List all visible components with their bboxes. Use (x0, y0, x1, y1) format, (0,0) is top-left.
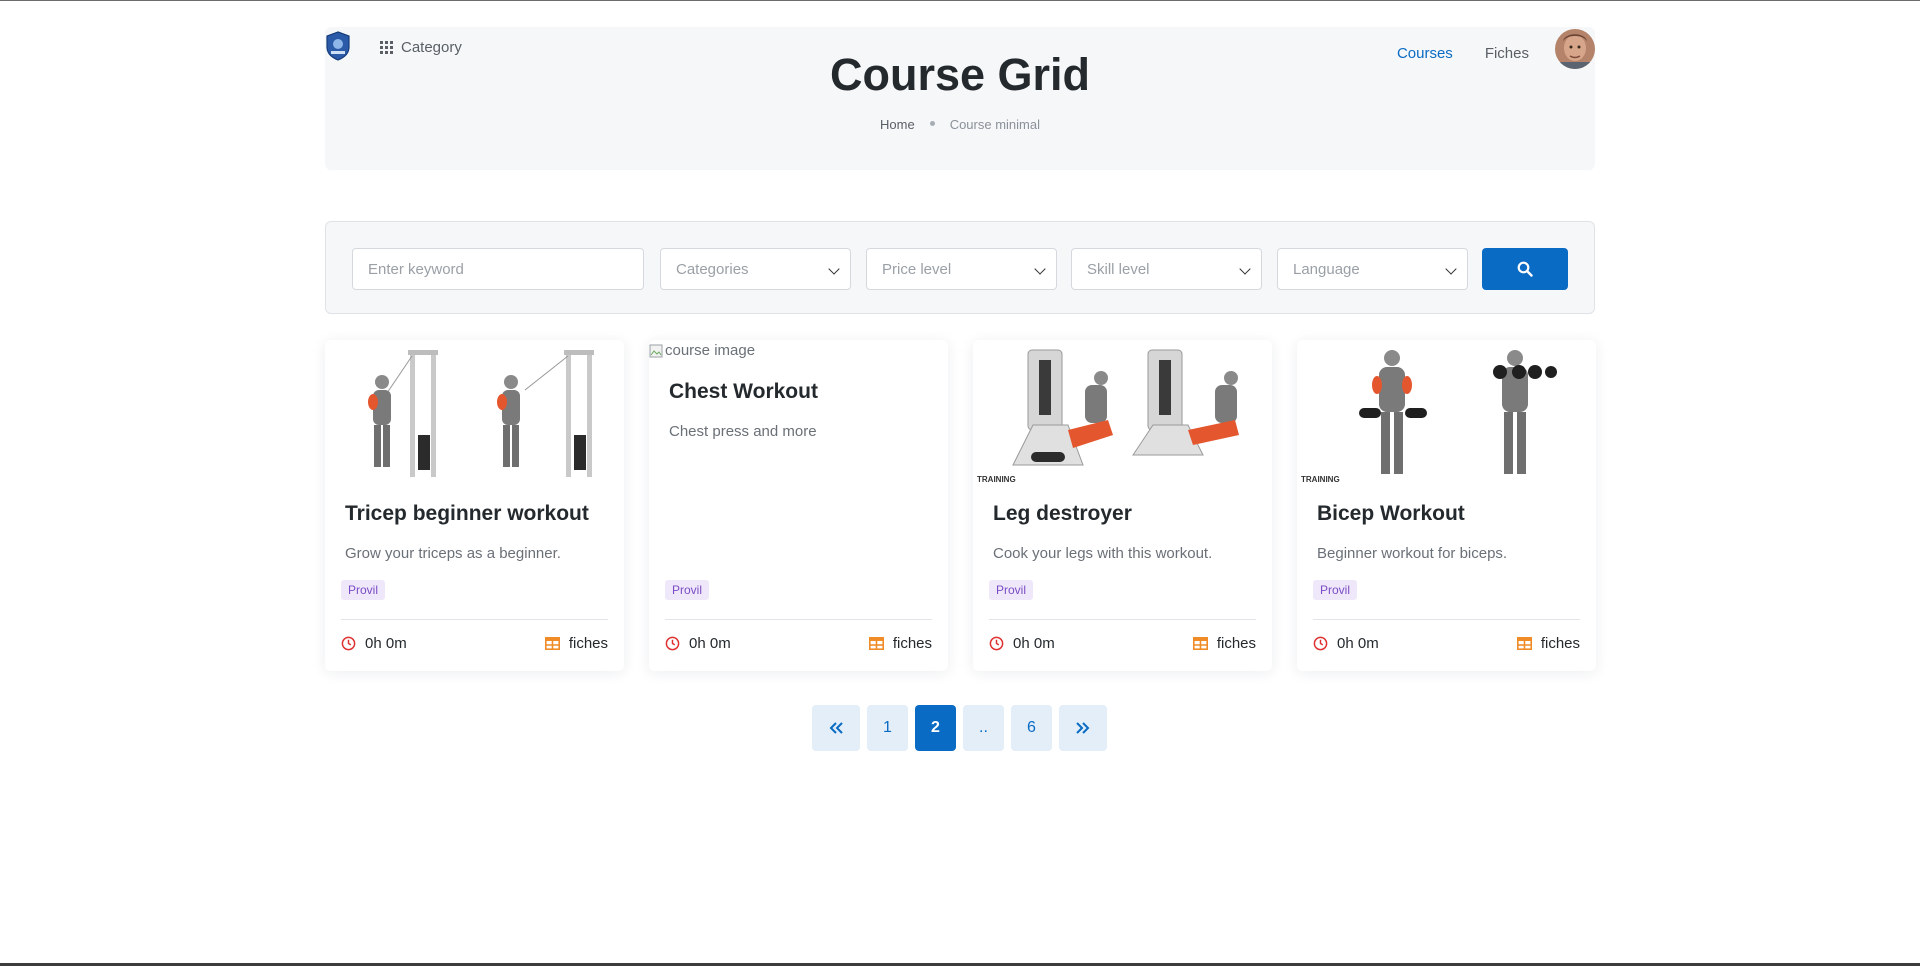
course-fiches-label: fiches (892, 635, 932, 652)
svg-text:TRAINING: TRAINING (977, 475, 1016, 484)
course-description: Beginner workout for biceps. (1317, 545, 1508, 562)
course-fiches: fiches (544, 635, 608, 652)
course-card[interactable]: Tricep beginner workout Grow your tricep… (325, 340, 624, 671)
course-image-alt: course image (665, 342, 756, 359)
search-icon (1517, 261, 1533, 277)
card-divider (1313, 619, 1580, 620)
page-title: Course Grid (829, 49, 1091, 100)
chevron-down-icon (1034, 263, 1046, 275)
skill-level-select-value: Skill level (1087, 260, 1150, 278)
chevron-down-icon (1239, 263, 1251, 275)
table-icon (1192, 637, 1208, 650)
categories-select[interactable]: Categories (660, 248, 851, 290)
course-duration: 0h 0m (341, 635, 407, 652)
pagination-first-button[interactable] (812, 705, 860, 751)
course-duration-value: 0h 0m (365, 635, 407, 652)
card-divider (665, 619, 932, 620)
course-fiches-label: fiches (1216, 635, 1256, 652)
course-description: Grow your triceps as a beginner. (345, 545, 561, 562)
categories-select-value: Categories (676, 260, 749, 278)
course-duration-value: 0h 0m (1337, 635, 1379, 652)
search-button[interactable] (1482, 248, 1568, 290)
pagination-page[interactable]: 6 (1011, 705, 1052, 751)
svg-text:TRAINING: TRAINING (1301, 475, 1340, 484)
course-thumbnail (325, 340, 624, 488)
window-top-border (0, 0, 1920, 1)
course-duration: 0h 0m (989, 635, 1055, 652)
breadcrumb: Home Course minimal (325, 117, 1595, 132)
course-duration-value: 0h 0m (689, 635, 731, 652)
card-divider (341, 619, 608, 620)
course-fiches-label: fiches (1540, 635, 1580, 652)
card-divider (989, 619, 1256, 620)
course-fiches-label: fiches (568, 635, 608, 652)
clock-icon (665, 636, 680, 651)
breadcrumb-current: Course minimal (949, 117, 1040, 132)
course-title[interactable]: Bicep Workout (1317, 502, 1465, 526)
clock-icon (1313, 636, 1328, 651)
broken-image-icon (649, 344, 663, 357)
course-tag[interactable]: Provil (341, 580, 386, 600)
course-description: Cook your legs with this workout. (993, 545, 1213, 562)
course-title[interactable]: Tricep beginner workout (345, 502, 589, 526)
course-duration-value: 0h 0m (1013, 635, 1055, 652)
pagination-page[interactable]: 1 (867, 705, 908, 751)
table-icon (544, 637, 560, 650)
pagination: 1 2 .. 6 (812, 705, 1107, 751)
pagination-ellipsis: .. (963, 705, 1004, 751)
breadcrumb-home[interactable]: Home (880, 117, 915, 132)
keyword-input[interactable]: Enter keyword (352, 248, 644, 290)
price-level-select[interactable]: Price level (866, 248, 1057, 290)
course-fiches: fiches (1516, 635, 1580, 652)
course-thumbnail: TRAINING (973, 340, 1272, 488)
course-title[interactable]: Leg destroyer (993, 502, 1132, 526)
chevron-down-icon (1445, 263, 1457, 275)
double-chevron-left-icon (829, 722, 843, 734)
skill-level-select[interactable]: Skill level (1071, 248, 1262, 290)
pagination-last-button[interactable] (1059, 705, 1107, 751)
pagination-page-current[interactable]: 2 (915, 705, 956, 751)
course-filter-bar: Enter keyword Categories Price level Ski… (325, 221, 1595, 314)
course-thumbnail: TRAINING (1297, 340, 1596, 488)
clock-icon (989, 636, 1004, 651)
clock-icon (341, 636, 356, 651)
double-chevron-right-icon (1076, 722, 1090, 734)
course-tag[interactable]: Provil (665, 580, 710, 600)
course-duration: 0h 0m (1313, 635, 1379, 652)
course-tag[interactable]: Provil (1313, 580, 1358, 600)
price-level-select-value: Price level (882, 260, 952, 278)
course-duration: 0h 0m (665, 635, 731, 652)
course-card[interactable]: TRAINING Bicep Workout Beginner workout … (1297, 340, 1596, 671)
breadcrumb-separator (929, 121, 935, 127)
course-description: Chest press and more (669, 423, 817, 440)
table-icon (1516, 637, 1532, 650)
course-fiches: fiches (1192, 635, 1256, 652)
course-tag[interactable]: Provil (989, 580, 1034, 600)
course-thumbnail-broken: course image (649, 342, 755, 359)
course-fiches: fiches (868, 635, 932, 652)
table-icon (868, 637, 884, 650)
course-title[interactable]: Chest Workout (669, 380, 818, 404)
language-select[interactable]: Language (1277, 248, 1468, 290)
course-card[interactable]: TRAINING Leg destroyer Cook your legs wi… (973, 340, 1272, 671)
language-select-value: Language (1293, 260, 1360, 278)
course-card[interactable]: course image Chest Workout Chest press a… (649, 340, 948, 671)
chevron-down-icon (828, 263, 840, 275)
page-header: Category Courses Fiches Course Grid Home… (325, 27, 1595, 170)
